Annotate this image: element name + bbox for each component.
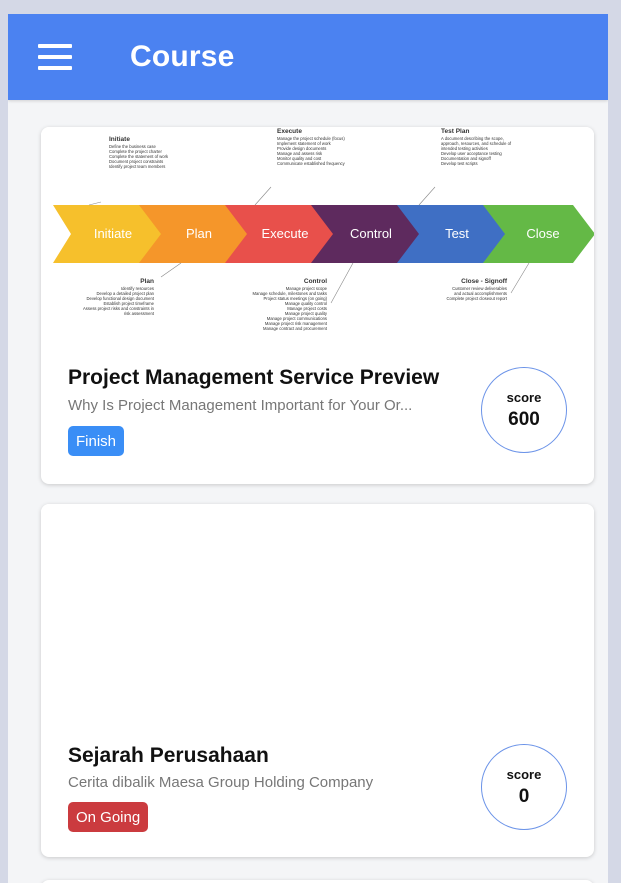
course-title: Project Management Service Preview bbox=[68, 366, 440, 389]
score-value: 600 bbox=[508, 408, 540, 430]
course-cover-image: Initiate Plan Execute Control Test Close Initi… bbox=[41, 127, 594, 349]
status-badge: Finish bbox=[68, 426, 125, 456]
score-label: score bbox=[506, 389, 542, 405]
app-screen: Course Initiate Plan Execute Control Test Clo… bbox=[8, 14, 608, 883]
note-line: risk assessment bbox=[124, 311, 155, 316]
note-line: Manage contract and procurement bbox=[263, 326, 328, 331]
stage-label: Execute bbox=[262, 226, 309, 241]
course-cover-image bbox=[41, 504, 594, 726]
note-line: Communicate established frequency bbox=[277, 161, 346, 166]
hamburger-menu-icon[interactable] bbox=[38, 44, 72, 70]
stage-label: Control bbox=[350, 226, 392, 241]
course-subtitle: Why Is Project Management Important for … bbox=[68, 397, 413, 414]
page-title: Course bbox=[130, 40, 235, 73]
course-card[interactable]: Sejarah Perusahaan Cerita dibalik Maesa … bbox=[41, 504, 594, 857]
course-title: Sejarah Perusahaan bbox=[68, 744, 269, 767]
note-heading: Plan bbox=[140, 278, 154, 285]
stage-label: Close bbox=[526, 226, 559, 241]
score-circle: score 0 bbox=[481, 744, 567, 830]
status-badge: On Going bbox=[68, 802, 149, 832]
note-line: Complete project closeout report bbox=[446, 296, 507, 301]
stage-label: Plan bbox=[186, 226, 212, 241]
course-subtitle: Cerita dibalik Maesa Group Holding Compa… bbox=[68, 774, 374, 791]
app-bar: Course bbox=[8, 14, 608, 100]
stage-label: Initiate bbox=[94, 226, 132, 241]
note-heading: Initiate bbox=[109, 136, 130, 143]
project-lifecycle-diagram: Initiate Plan Execute Control Test Close Initi… bbox=[53, 128, 594, 331]
note-heading: Test Plan bbox=[441, 128, 469, 135]
stage-label: Test bbox=[445, 226, 469, 241]
score-value: 0 bbox=[518, 785, 530, 807]
note-line: Develop test scripts bbox=[441, 161, 478, 166]
course-card[interactable]: Initiate Plan Execute Control Test Close Initi… bbox=[41, 127, 594, 484]
note-heading: Execute bbox=[277, 128, 302, 135]
score-circle: score 600 bbox=[481, 367, 567, 453]
note-heading: Close - Signoff bbox=[461, 278, 508, 285]
note-line: Identify project team members bbox=[109, 164, 165, 169]
score-label: score bbox=[506, 766, 542, 782]
note-heading: Control bbox=[304, 278, 327, 285]
